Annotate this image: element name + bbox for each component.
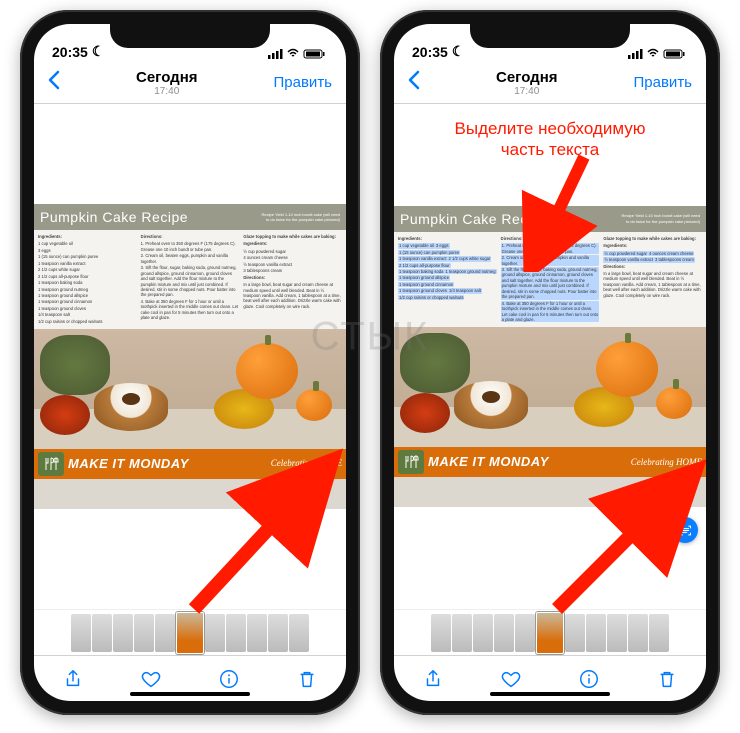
utensils-icon — [398, 450, 424, 474]
photo-viewer[interactable]: Pumpkin Cake Recipe Recipe Yield 1-10 in… — [34, 104, 346, 609]
moon-icon: ☾ — [92, 43, 105, 60]
banner: MAKE IT MONDAY Celebrating HOME — [34, 449, 346, 479]
thumbnail[interactable] — [205, 614, 225, 652]
phone-left: 20:35 ☾ Сегодня 17:40 — [20, 10, 360, 715]
thumbnail[interactable] — [628, 614, 648, 652]
thumbnail[interactable] — [649, 614, 669, 652]
status-icons — [628, 48, 688, 60]
back-button[interactable] — [404, 70, 424, 96]
directions-heading: Directions: — [141, 234, 240, 239]
thumbnail[interactable] — [452, 614, 472, 652]
thumbnail-active[interactable] — [176, 612, 204, 654]
thumbnail-strip[interactable] — [34, 609, 346, 655]
nav-subtitle: 17:40 — [64, 86, 270, 97]
thumbnail[interactable] — [515, 614, 535, 652]
glaze-heading: Glaze topping to make while cakes are ba… — [603, 236, 702, 241]
notch — [470, 24, 630, 48]
directions-list-selected[interactable]: 1. Preheat oven to 350 degrees F (175 de… — [501, 243, 600, 323]
thumbnail[interactable] — [268, 614, 288, 652]
glaze-ingredients-list: ½ cup powdered sugar4 ounces cream chees… — [243, 249, 342, 274]
edit-button[interactable]: Править — [270, 74, 337, 91]
ingredients-heading: Ingredients: — [38, 234, 137, 239]
share-button[interactable] — [422, 668, 444, 690]
recipe-title: Pumpkin Cake Recipe — [40, 208, 188, 226]
glaze-heading: Glaze topping to make while cakes are ba… — [243, 234, 342, 239]
nav-subtitle: 17:40 — [424, 86, 630, 97]
recipe-yield: Recipe Yield 1-10 inch bundt cake (will … — [620, 213, 700, 223]
share-button[interactable] — [62, 668, 84, 690]
recipe-photo — [34, 329, 346, 449]
home-indicator[interactable] — [490, 692, 610, 696]
glaze-directions: In a large bowl, beat sugar and cream ch… — [243, 282, 342, 309]
thumbnail[interactable] — [289, 614, 309, 652]
glaze-directions-heading: Directions: — [603, 264, 702, 269]
recipe-card: Pumpkin Cake Recipe Recipe Yield 1-10 in… — [34, 204, 346, 510]
ingredients-heading: Ingredients: — [398, 236, 497, 241]
edit-button[interactable]: Править — [630, 74, 697, 91]
directions-list: 1. Preheat oven to 350 degrees F (175 de… — [141, 241, 240, 320]
thumbnail[interactable] — [473, 614, 493, 652]
glaze-ingredients-list[interactable]: ½ cup powdered sugar4 ounces cream chees… — [603, 251, 702, 264]
thumbnail[interactable] — [494, 614, 514, 652]
ingredients-list: 1 cup vegetable oil3 eggs1 (15 ounce) ca… — [38, 241, 137, 324]
thumbnail[interactable] — [607, 614, 627, 652]
thumbnail[interactable] — [155, 614, 175, 652]
navbar: Сегодня 17:40 Править — [394, 62, 706, 104]
thumbnail[interactable] — [113, 614, 133, 652]
moon-icon: ☾ — [452, 43, 465, 60]
thumbnail-active[interactable] — [536, 612, 564, 654]
glaze-ingredients-heading: Ingredients: — [243, 241, 342, 246]
nav-title: Сегодня — [424, 69, 630, 86]
phone-right: 20:35 ☾ Сегодня 17:40 — [380, 10, 720, 715]
status-time: 20:35 — [412, 44, 448, 60]
status-time: 20:35 — [52, 44, 88, 60]
live-text-button[interactable] — [672, 517, 698, 543]
glaze-ingredients-heading: Ingredients: — [603, 243, 702, 248]
photo-viewer[interactable]: Выделите необходимую часть текста Pumpki… — [394, 104, 706, 609]
banner-text: MAKE IT MONDAY — [428, 454, 627, 471]
thumbnail[interactable] — [71, 614, 91, 652]
info-button[interactable] — [578, 668, 600, 690]
glaze-directions-heading: Directions: — [243, 275, 342, 280]
banner-home: Celebrating HOME — [631, 457, 702, 469]
recipe-title: Pumpkin Cake Recipe — [400, 210, 548, 228]
banner-text: MAKE IT MONDAY — [68, 456, 267, 473]
thumbnail[interactable] — [431, 614, 451, 652]
utensils-icon — [38, 452, 64, 476]
banner-home: Celebrating HOME — [271, 458, 342, 470]
notch — [110, 24, 270, 48]
recipe-photo — [394, 327, 706, 447]
glaze-directions[interactable]: In a large bowl, beat sugar and cream ch… — [603, 271, 702, 298]
directions-heading: Directions: — [501, 236, 600, 241]
annotation-text: Выделите необходимую часть текста — [418, 118, 682, 161]
live-text-icon — [678, 523, 693, 538]
thumbnail[interactable] — [226, 614, 246, 652]
navbar: Сегодня 17:40 Править — [34, 62, 346, 104]
recipe-card: Pumpkin Cake Recipe Recipe Yield 1-10 in… — [394, 206, 706, 508]
info-button[interactable] — [218, 668, 240, 690]
delete-button[interactable] — [296, 668, 318, 690]
home-indicator[interactable] — [130, 692, 250, 696]
thumbnail[interactable] — [247, 614, 267, 652]
ingredients-list-selected[interactable]: 1 cup vegetable oil3 eggs1 (15 ounce) ca… — [398, 243, 497, 301]
favorite-button[interactable] — [500, 668, 522, 690]
recipe-yield: Recipe Yield 1-10 inch bundt cake (will … — [260, 212, 340, 222]
favorite-button[interactable] — [140, 668, 162, 690]
status-icons — [268, 48, 328, 60]
delete-button[interactable] — [656, 668, 678, 690]
thumbnail[interactable] — [586, 614, 606, 652]
thumbnail[interactable] — [92, 614, 112, 652]
thumbnail[interactable] — [565, 614, 585, 652]
thumbnail[interactable] — [134, 614, 154, 652]
banner: MAKE IT MONDAY Celebrating HOME — [394, 447, 706, 477]
back-button[interactable] — [44, 70, 64, 96]
thumbnail-strip[interactable] — [394, 609, 706, 655]
nav-title: Сегодня — [64, 69, 270, 86]
